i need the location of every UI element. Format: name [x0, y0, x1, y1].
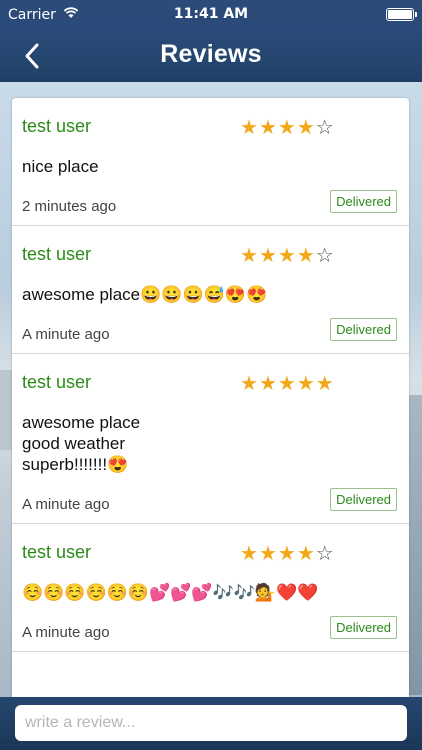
- review-text: awesome place good weather superb!!!!!!!…: [22, 413, 141, 474]
- star-rating: ★★★★☆: [240, 115, 335, 139]
- review-input[interactable]: [15, 705, 407, 741]
- star-empty-icon: ☆: [315, 243, 335, 267]
- review-username: test user: [22, 372, 92, 392]
- star-filled-icon: ★: [258, 371, 278, 395]
- review-timestamp: A minute ago: [22, 624, 110, 641]
- star-filled-icon: ★: [258, 115, 278, 139]
- review-text: nice place: [22, 157, 99, 176]
- star-filled-icon: ★: [258, 243, 278, 267]
- star-empty-icon: ☆: [315, 541, 335, 565]
- review-username: test user: [22, 116, 92, 136]
- star-filled-icon: ★: [277, 243, 297, 267]
- star-rating: ★★★★☆: [240, 243, 335, 267]
- reviews-list[interactable]: test user ★★★★☆ nice place 2 minutes ago…: [12, 98, 409, 700]
- review-item: test user ★★★★★ awesome place good weath…: [12, 354, 409, 524]
- star-filled-icon: ★: [277, 541, 297, 565]
- review-text: ☺️☺️☺️☺️☺️☺️💕💕💕🎶🎶💁❤️❤️: [22, 583, 319, 602]
- delivered-badge: Delivered: [330, 488, 397, 511]
- star-rating: ★★★★☆: [240, 541, 335, 565]
- star-rating: ★★★★★: [240, 371, 335, 395]
- page-title: Reviews: [160, 40, 262, 68]
- status-bar: Carrier 11:41 AM: [0, 0, 422, 30]
- star-filled-icon: ★: [315, 371, 335, 395]
- status-time: 11:41 AM: [173, 6, 249, 22]
- star-filled-icon: ★: [240, 243, 259, 267]
- review-timestamp: A minute ago: [22, 496, 110, 513]
- review-item: test user ★★★★☆ ☺️☺️☺️☺️☺️☺️💕💕💕🎶🎶💁❤️❤️ A…: [12, 524, 409, 652]
- review-username: test user: [22, 244, 92, 264]
- star-filled-icon: ★: [240, 541, 259, 565]
- review-timestamp: A minute ago: [22, 326, 110, 343]
- star-filled-icon: ★: [296, 541, 316, 565]
- star-filled-icon: ★: [258, 541, 278, 565]
- review-timestamp: 2 minutes ago: [22, 198, 117, 215]
- delivered-badge: Delivered: [330, 616, 397, 639]
- delivered-badge: Delivered: [330, 318, 397, 341]
- review-text: awesome place😀😀😀😅😍😍: [22, 285, 268, 304]
- star-filled-icon: ★: [296, 371, 316, 395]
- star-filled-icon: ★: [277, 115, 297, 139]
- star-empty-icon: ☆: [315, 115, 335, 139]
- review-item: test user ★★★★☆ awesome place😀😀😀😅😍😍 A mi…: [12, 226, 409, 354]
- star-filled-icon: ★: [277, 371, 297, 395]
- review-username: test user: [22, 542, 92, 562]
- star-filled-icon: ★: [240, 371, 259, 395]
- battery-icon: [386, 8, 417, 21]
- review-composer-bar: [0, 697, 422, 750]
- navigation-bar: Reviews: [0, 30, 422, 82]
- review-item: test user ★★★★☆ nice place 2 minutes ago…: [12, 98, 409, 226]
- delivered-badge: Delivered: [330, 190, 397, 213]
- star-filled-icon: ★: [296, 243, 316, 267]
- star-filled-icon: ★: [240, 115, 259, 139]
- star-filled-icon: ★: [296, 115, 316, 139]
